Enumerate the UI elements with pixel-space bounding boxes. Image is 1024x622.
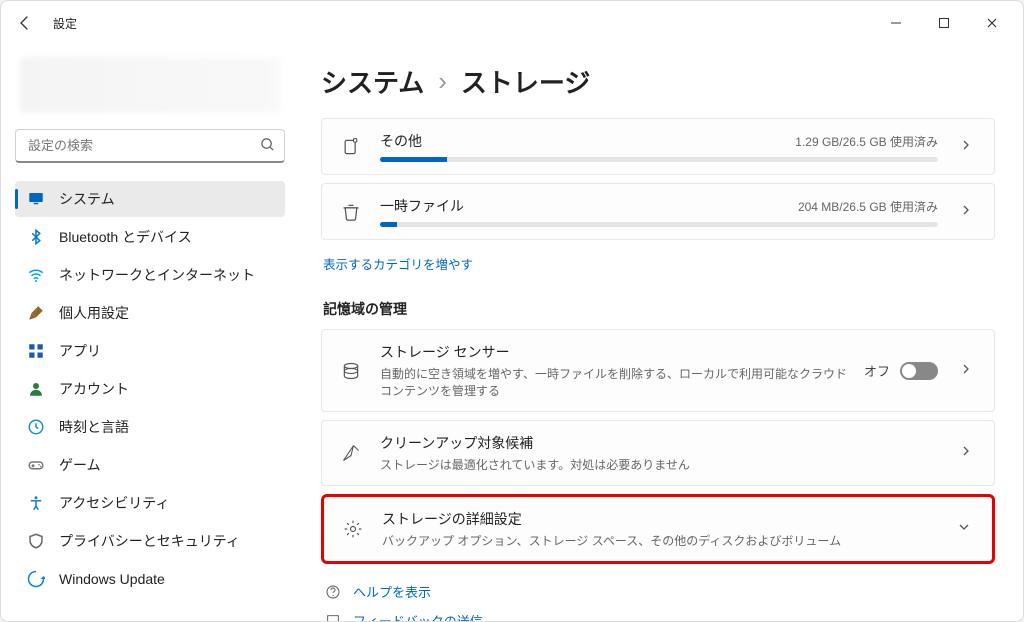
storage-sense-toggle-label: オフ (864, 361, 890, 380)
minimize-button[interactable] (873, 7, 919, 39)
sidebar-item-clock[interactable]: 時刻と言語 (15, 409, 285, 445)
sidebar-item-wifi[interactable]: ネットワークとインターネット (15, 257, 285, 293)
cleanup-recommendations-card[interactable]: クリーンアップ対象候補 ストレージは最適化されています。対処は必要ありません (321, 420, 995, 486)
sidebar-item-label: Bluetooth とデバイス (59, 227, 192, 247)
profile-block[interactable] (19, 57, 281, 113)
update-icon (27, 570, 45, 588)
chevron-right-icon (954, 203, 978, 221)
chevron-right-icon (954, 444, 978, 462)
sidebar-item-update[interactable]: Windows Update (15, 561, 285, 597)
sidebar-item-bluetooth[interactable]: Bluetooth とデバイス (15, 219, 285, 255)
sidebar-item-display[interactable]: システム (15, 181, 285, 217)
sidebar-item-brush[interactable]: 個人用設定 (15, 295, 285, 331)
sidebar-item-label: 個人用設定 (59, 303, 129, 323)
breadcrumb-current: ストレージ (461, 63, 590, 100)
storage-sense-subtitle: 自動的に空き領域を増やす、一時ファイルを削除する、ローカルで利用可能なクラウド … (380, 365, 848, 399)
sidebar-item-label: アクセシビリティ (59, 493, 169, 513)
category-usage: 204 MB/26.5 GB 使用済み (798, 198, 938, 215)
gear-icon (340, 519, 366, 539)
storage-management-header: 記憶域の管理 (323, 299, 995, 319)
titlebar: 設定 (1, 1, 1023, 45)
cleanup-subtitle: ストレージは最適化されています。対処は必要ありません (380, 456, 938, 473)
advanced-storage-settings-card[interactable]: ストレージの詳細設定 バックアップ オプション、ストレージ スペース、その他のデ… (321, 494, 995, 564)
sidebar-item-accessibility[interactable]: アクセシビリティ (15, 485, 285, 521)
shield-icon (27, 532, 45, 550)
storage-category-card[interactable]: 一時ファイル 204 MB/26.5 GB 使用済み (321, 183, 995, 240)
search-icon (260, 137, 275, 157)
settings-window: 設定 システム Bluetooth とデバイスネットワークとインターネット個人用設… (0, 0, 1024, 622)
app-title: 設定 (53, 15, 77, 32)
storage-sense-toggle[interactable] (900, 362, 938, 380)
category-title: その他 (380, 131, 422, 151)
give-feedback-link[interactable]: フィードバックの送信 (321, 611, 995, 621)
usage-bar (380, 222, 938, 227)
content-area: システム › ストレージ その他 1.29 GB/26.5 GB 使用済み 一時… (299, 45, 1023, 621)
sidebar-item-label: アカウント (59, 379, 129, 399)
category-icon (338, 202, 364, 222)
bluetooth-icon (27, 228, 45, 246)
sidebar-item-label: プライバシーとセキュリティ (59, 531, 240, 551)
broom-icon (338, 443, 364, 463)
sidebar-item-label: システム (59, 189, 115, 209)
help-icon (323, 584, 343, 600)
nav-list: システム Bluetooth とデバイスネットワークとインターネット個人用設定アプ… (15, 181, 285, 597)
maximize-button[interactable] (921, 7, 967, 39)
chevron-right-icon (954, 138, 978, 156)
storage-sense-title: ストレージ センサー (380, 342, 848, 362)
sidebar-item-label: アプリ (59, 341, 101, 361)
sidebar-item-shield[interactable]: プライバシーとセキュリティ (15, 523, 285, 559)
show-more-categories-link[interactable]: 表示するカテゴリを増やす (323, 254, 473, 273)
sidebar: システム Bluetooth とデバイスネットワークとインターネット個人用設定アプ… (1, 45, 299, 621)
sidebar-item-label: Windows Update (59, 571, 165, 587)
brush-icon (27, 304, 45, 322)
storage-sense-card[interactable]: ストレージ センサー 自動的に空き領域を増やす、一時ファイルを削除する、ローカル… (321, 329, 995, 412)
sidebar-item-gamepad[interactable]: ゲーム (15, 447, 285, 483)
sidebar-item-apps[interactable]: アプリ (15, 333, 285, 369)
get-help-label: ヘルプを表示 (353, 582, 431, 601)
category-title: 一時ファイル (380, 196, 464, 216)
give-feedback-label: フィードバックの送信 (353, 611, 483, 621)
search-box[interactable] (15, 129, 285, 163)
close-button[interactable] (969, 7, 1015, 39)
feedback-icon (323, 613, 343, 622)
wifi-icon (27, 266, 45, 284)
chevron-down-icon (952, 520, 976, 538)
advanced-subtitle: バックアップ オプション、ストレージ スペース、その他のディスクおよびボリューム (382, 532, 936, 549)
category-usage: 1.29 GB/26.5 GB 使用済み (795, 133, 938, 150)
sidebar-item-label: ネットワークとインターネット (59, 265, 255, 285)
usage-bar (380, 157, 938, 162)
display-icon (27, 190, 45, 208)
cleanup-title: クリーンアップ対象候補 (380, 433, 938, 453)
storage-sense-icon (338, 361, 364, 381)
chevron-right-icon (954, 362, 978, 380)
breadcrumb-separator-icon: › (438, 66, 447, 97)
sidebar-item-label: ゲーム (59, 455, 101, 475)
storage-category-card[interactable]: その他 1.29 GB/26.5 GB 使用済み (321, 118, 995, 175)
category-icon (338, 137, 364, 157)
breadcrumb: システム › ストレージ (321, 63, 995, 100)
advanced-title: ストレージの詳細設定 (382, 509, 936, 529)
breadcrumb-parent[interactable]: システム (321, 63, 424, 100)
accessibility-icon (27, 494, 45, 512)
apps-icon (27, 342, 45, 360)
person-icon (27, 380, 45, 398)
search-input[interactable] (15, 129, 285, 163)
gamepad-icon (27, 456, 45, 474)
get-help-link[interactable]: ヘルプを表示 (321, 582, 995, 601)
clock-icon (27, 418, 45, 436)
sidebar-item-label: 時刻と言語 (59, 417, 129, 437)
back-button[interactable] (9, 7, 41, 39)
sidebar-item-person[interactable]: アカウント (15, 371, 285, 407)
